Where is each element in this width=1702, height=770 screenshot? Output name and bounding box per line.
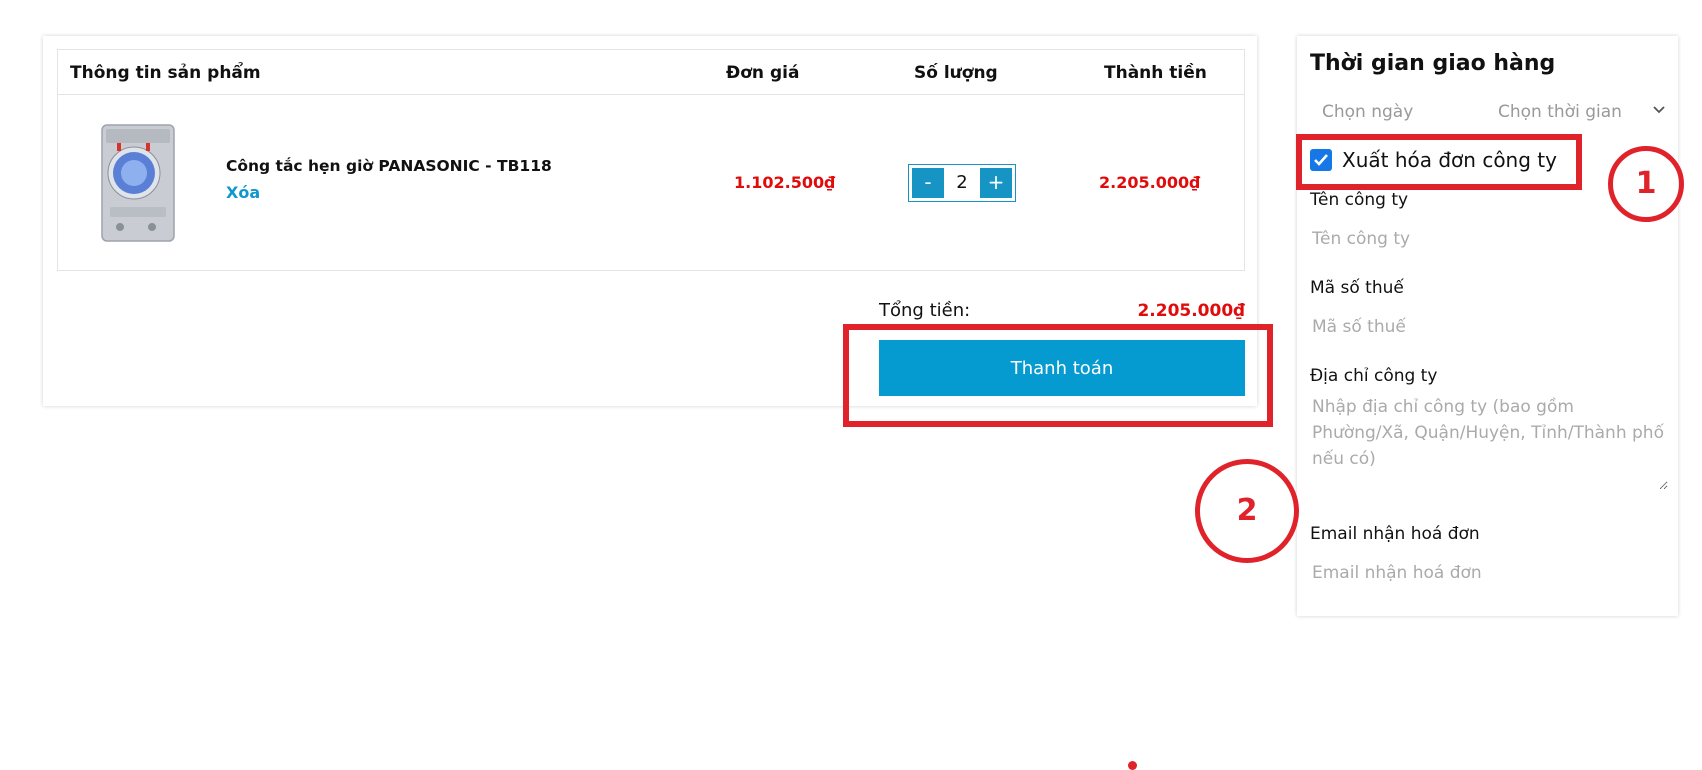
red-dot-marker — [1128, 761, 1137, 770]
company-address-textarea[interactable] — [1310, 394, 1668, 490]
product-name[interactable]: Công tắc hẹn giờ PANASONIC - TB118 — [226, 157, 552, 175]
company-name-input[interactable] — [1310, 226, 1668, 252]
chevron-down-icon[interactable] — [1652, 103, 1666, 117]
total-label: Tổng tiền: — [879, 300, 971, 321]
annotation-marker-2: 2 — [1195, 459, 1299, 563]
header-quantity: Số lượng — [914, 63, 998, 83]
invoice-email-input[interactable] — [1310, 560, 1668, 586]
decrease-quantity-button[interactable]: - — [912, 168, 944, 198]
company-address-label: Địa chỉ công ty — [1310, 366, 1438, 386]
tax-code-input[interactable] — [1310, 314, 1668, 340]
total-value: 2.205.000₫ — [1137, 301, 1245, 321]
header-line-total: Thành tiền — [1104, 63, 1207, 83]
annotation-box-invoice — [1296, 134, 1582, 190]
invoice-email-label: Email nhận hoá đơn — [1310, 524, 1480, 544]
header-product: Thông tin sản phẩm — [70, 63, 261, 83]
annotation-box-checkout — [843, 324, 1273, 427]
company-name-label: Tên công ty — [1310, 190, 1409, 210]
quantity-stepper: - 2 + — [908, 164, 1016, 202]
delivery-title: Thời gian giao hàng — [1310, 51, 1556, 76]
quantity-value[interactable]: 2 — [945, 168, 979, 198]
cart-table-header: Thông tin sản phẩm Đơn giá Số lượng Thàn… — [58, 50, 1244, 95]
increase-quantity-button[interactable]: + — [980, 168, 1012, 198]
tax-code-label: Mã số thuế — [1310, 278, 1404, 298]
header-unit-price: Đơn giá — [726, 63, 800, 83]
delivery-panel: Thời gian giao hàng Chọn ngày Chọn thời … — [1297, 36, 1678, 616]
unit-price: 1.102.500₫ — [734, 173, 836, 192]
annotation-marker-1: 1 — [1608, 146, 1684, 222]
table-row: Công tắc hẹn giờ PANASONIC - TB118 Xóa 1… — [58, 95, 1244, 271]
product-image[interactable] — [100, 123, 176, 243]
date-select[interactable]: Chọn ngày — [1322, 102, 1413, 122]
cart-table: Thông tin sản phẩm Đơn giá Số lượng Thàn… — [57, 49, 1245, 271]
line-total: 2.205.000₫ — [1099, 173, 1201, 192]
remove-item-link[interactable]: Xóa — [226, 183, 260, 202]
time-select[interactable]: Chọn thời gian — [1498, 102, 1622, 122]
